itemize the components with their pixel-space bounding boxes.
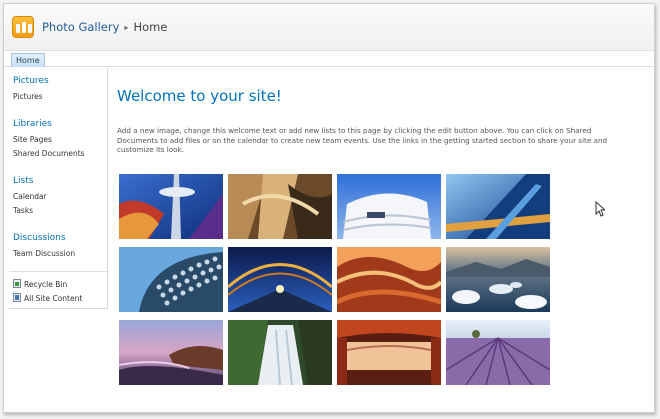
top-nav-bar: Home [4,51,654,67]
recycle-bin-link[interactable]: Recycle Bin [13,279,67,289]
sidebar-item-site-pages[interactable]: Site Pages [13,135,52,144]
photo-waterfall[interactable] [228,320,332,385]
sidebar-divider [9,271,107,272]
photo-gallery-icon[interactable] [12,16,34,38]
sidebar-item-pictures[interactable]: Pictures [13,92,43,101]
sidebar-item-tasks[interactable]: Tasks [13,206,33,215]
sidebar-heading-lists[interactable]: Lists [13,176,33,186]
current-page-label: Home [133,20,168,34]
browser-frame: Photo Gallery ▸ Home Home Pictures Picture… [3,3,655,413]
site-title-link[interactable]: Photo Gallery [42,20,119,34]
photo-abstract-architecture[interactable] [228,174,332,239]
photo-blue-glass-building[interactable] [446,174,550,239]
all-site-content-link[interactable]: All Site Content [13,293,82,303]
site-header: Photo Gallery ▸ Home [4,4,654,51]
sidebar-heading-libraries[interactable]: Libraries [13,119,52,129]
all-site-content-icon [13,293,21,302]
breadcrumb: Photo Gallery ▸ Home [42,20,167,34]
all-site-content-label: All Site Content [24,294,83,303]
page-title: Welcome to your site! [117,87,282,105]
tab-home[interactable]: Home [11,53,45,67]
photo-desert-arch[interactable] [337,320,441,385]
sidebar-heading-pictures[interactable]: Pictures [13,76,49,86]
photo-illuminated-bridge[interactable] [228,247,332,312]
photo-icebergs-lake[interactable] [446,247,550,312]
photo-space-needle[interactable] [119,174,223,239]
quick-launch-sidebar: Pictures Pictures Libraries Site Pages S… [9,68,108,309]
breadcrumb-separator-icon: ▸ [124,23,129,32]
recycle-bin-label: Recycle Bin [24,280,68,289]
sidebar-item-calendar[interactable]: Calendar [13,192,47,201]
photo-lavender-field[interactable] [446,320,550,385]
photo-rocky-coast-sunset[interactable] [119,320,223,385]
sidebar-item-shared-documents[interactable]: Shared Documents [13,149,85,158]
photo-red-rock-wave[interactable] [337,247,441,312]
mouse-cursor-icon [595,201,605,217]
welcome-text: Add a new image, change this welcome tex… [117,126,608,155]
sidebar-item-team-discussion[interactable]: Team Discussion [13,249,75,258]
photo-selfridges-facade[interactable] [119,247,223,312]
sidebar-heading-discussions[interactable]: Discussions [13,233,66,243]
photo-white-curved-building[interactable] [337,174,441,239]
recycle-bin-icon [13,279,21,288]
